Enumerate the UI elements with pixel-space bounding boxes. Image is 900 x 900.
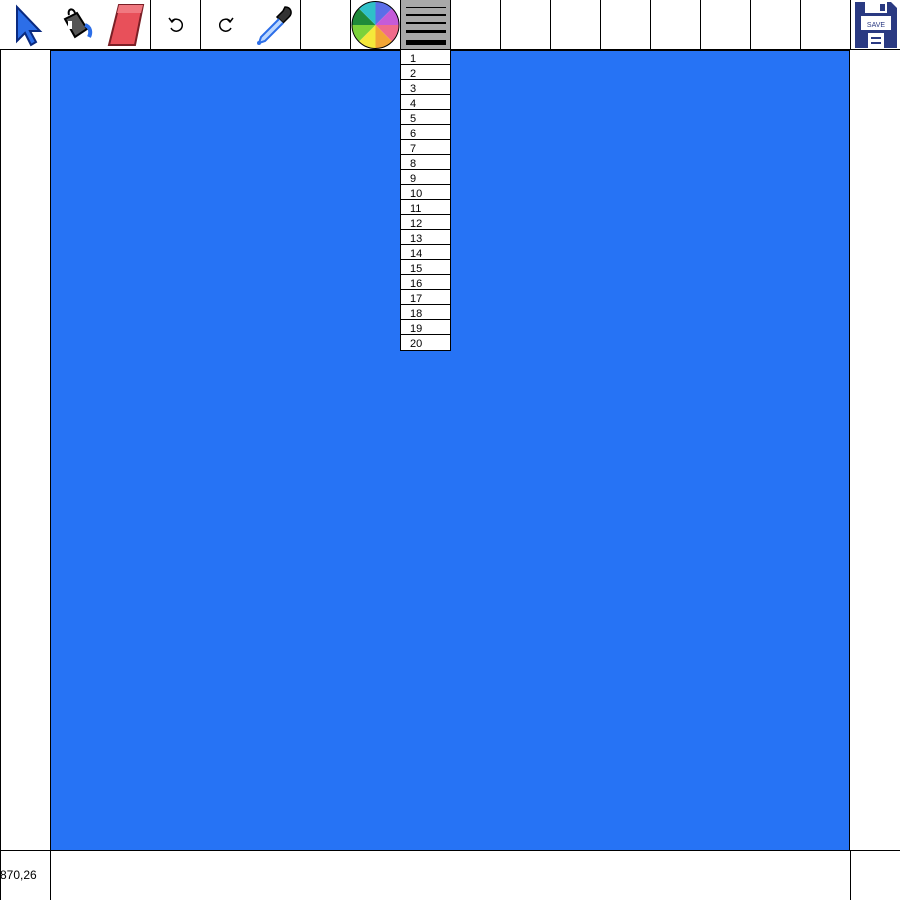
paint-bucket-icon [63,7,93,38]
line-width-option[interactable]: 16 [401,275,450,290]
line-width-option[interactable]: 13 [401,230,450,245]
line-width-selector[interactable] [400,0,450,50]
line-width-option[interactable]: 19 [401,320,450,335]
line-width-option[interactable]: 5 [401,110,450,125]
line-width-option[interactable]: 9 [401,170,450,185]
undo-button[interactable] [150,0,200,50]
right-margin [850,50,900,900]
color-swatch-slot[interactable] [550,0,600,50]
line-width-option[interactable]: 3 [401,80,450,95]
color-swatch-slot[interactable] [450,0,500,50]
color-swatch-slot[interactable] [800,0,850,50]
line-width-option[interactable]: 8 [401,155,450,170]
status-divider [850,850,851,900]
color-picker[interactable] [350,0,400,50]
color-swatch-slot[interactable] [650,0,700,50]
floppy-disk-icon: SAVE [854,1,897,48]
redo-icon [218,17,234,32]
line-width-option[interactable]: 10 [401,185,450,200]
save-button[interactable]: SAVE [850,0,900,50]
left-margin [0,50,50,900]
line-width-option[interactable]: 12 [401,215,450,230]
line-width-option[interactable]: 20 [401,335,450,350]
eraser-icon [107,3,145,46]
color-swatch-slot[interactable] [500,0,550,50]
line-width-option[interactable]: 14 [401,245,450,260]
arrow-cursor-icon [16,4,43,46]
color-wheel-icon [351,0,400,49]
line-width-option[interactable]: 11 [401,200,450,215]
color-swatch-slot[interactable] [700,0,750,50]
empty-tool-slot [300,0,350,50]
toolbar: SAVE [0,0,900,50]
fill-bucket-tool[interactable] [50,0,100,50]
line-width-option[interactable]: 18 [401,305,450,320]
line-width-icon [405,6,446,45]
line-width-option[interactable]: 17 [401,290,450,305]
redo-button[interactable] [200,0,250,50]
eraser-tool[interactable] [100,0,150,50]
color-swatch-slot[interactable] [750,0,800,50]
pointer-tool[interactable] [0,0,50,50]
undo-icon [167,17,183,32]
cursor-coordinates: 870,26 [0,868,37,882]
line-width-option[interactable]: 6 [401,125,450,140]
line-width-option[interactable]: 4 [401,95,450,110]
color-swatch-slot[interactable] [600,0,650,50]
eyedropper-icon [257,5,292,45]
eyedropper-tool[interactable] [250,0,300,50]
status-bar [0,850,900,900]
line-width-option[interactable]: 1 [401,50,450,65]
status-divider [50,850,51,900]
save-label: SAVE [866,22,884,29]
line-width-option[interactable]: 2 [401,65,450,80]
line-width-option[interactable]: 7 [401,140,450,155]
line-width-dropdown: 1 2 3 4 5 6 7 8 9 10 11 12 13 14 15 16 17 18 19 20 [400,50,451,351]
line-width-option[interactable]: 15 [401,260,450,275]
